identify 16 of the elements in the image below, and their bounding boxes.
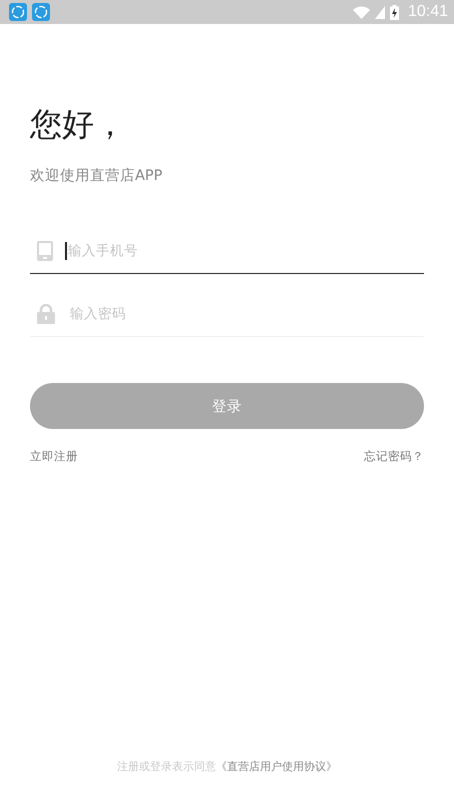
signal-icon	[374, 6, 385, 18]
password-field[interactable]: 输入密码	[67, 299, 424, 329]
phone-icon	[37, 241, 53, 261]
app-notification-icon	[32, 3, 50, 21]
welcome-subtitle: 欢迎使用直营店APP	[30, 166, 164, 185]
phone-number-field[interactable]: 输入手机号	[65, 236, 424, 266]
battery-charging-icon	[390, 4, 399, 20]
login-button[interactable]: 登录	[30, 383, 424, 429]
forgot-password-link[interactable]: 忘记密码？	[364, 449, 424, 464]
lock-icon	[37, 304, 55, 324]
register-link[interactable]: 立即注册	[30, 449, 78, 464]
wifi-icon	[352, 6, 370, 18]
greeting-title: 您好，	[30, 104, 127, 144]
text-cursor	[65, 242, 67, 260]
user-agreement-link[interactable]: 《直营店用户使用协议》	[216, 760, 337, 773]
app-notification-icon	[9, 3, 27, 21]
